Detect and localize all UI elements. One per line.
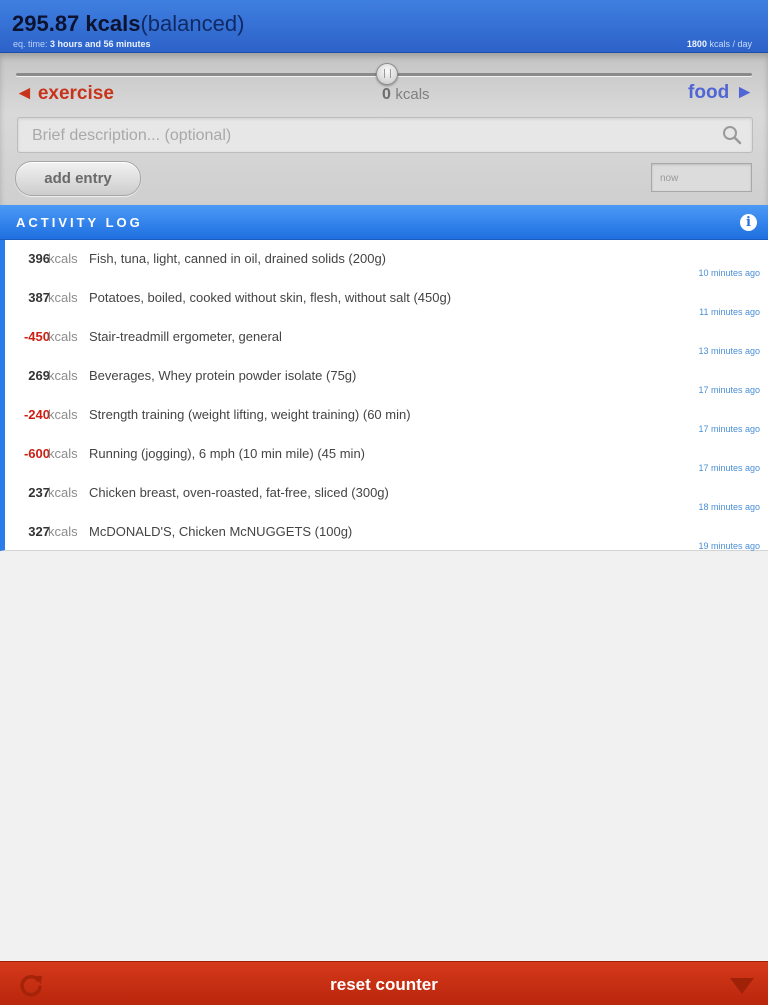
entry-timestamp: 11 minutes ago bbox=[699, 307, 760, 317]
entry-timestamp: 17 minutes ago bbox=[698, 385, 760, 395]
daily-target-value: 1800 bbox=[686, 39, 707, 49]
log-entry[interactable]: -600 kcals Running (jogging), 6 mph (10 mi… bbox=[5, 435, 768, 474]
entry-timestamp: 17 minutes ago bbox=[698, 424, 760, 434]
entry-timestamp: 13 minutes ago bbox=[698, 346, 760, 356]
magnifier-icon[interactable] bbox=[722, 125, 742, 145]
entry-description: Potatoes, boiled, cooked without skin, f… bbox=[89, 290, 452, 305]
entry-timestamp: 19 minutes ago bbox=[698, 541, 760, 551]
entry-description: Running (jogging), 6 mph (10 min mile) (… bbox=[89, 446, 366, 461]
entry-kcal-unit: kcals bbox=[48, 407, 78, 422]
activity-log-header: ACTIVITY LOG i bbox=[0, 205, 768, 240]
entry-description: McDONALD'S, Chicken McNUGGETS (100g) bbox=[89, 524, 353, 539]
entry-description: Beverages, Whey protein powder isolate (… bbox=[89, 368, 357, 383]
exercise-direction[interactable]: ◄ exercise bbox=[15, 83, 114, 105]
log-entry[interactable]: 387 kcals Potatoes, boiled, cooked without… bbox=[5, 279, 768, 318]
entry-kcal-value: 327 bbox=[28, 524, 50, 539]
entry-kcal-value: 387 bbox=[28, 290, 50, 305]
entry-description: Stair-treadmill ergometer, general bbox=[89, 329, 282, 344]
add-entry-button[interactable]: add entry bbox=[15, 161, 141, 196]
entry-kcal-value: 269 bbox=[28, 368, 50, 383]
entry-timestamp: 18 minutes ago bbox=[698, 502, 760, 512]
entry-timestamp: 10 minutes ago bbox=[698, 268, 760, 278]
daily-target-unit: kcals / day bbox=[709, 39, 752, 49]
log-entry[interactable]: 237 kcals Chicken breast, oven-roasted, fa… bbox=[5, 474, 768, 513]
empty-area bbox=[0, 552, 768, 961]
entry-description: Chicken breast, oven-roasted, fat-free, … bbox=[89, 485, 389, 500]
header-bar: 295.87 kcals(balanced) eq. time: 3 hours… bbox=[0, 0, 768, 53]
description-field[interactable] bbox=[17, 117, 753, 153]
food-label: food bbox=[688, 82, 730, 103]
entry-kcal-unit: kcals bbox=[48, 329, 78, 344]
slider-readout: 0 kcals bbox=[382, 86, 430, 104]
description-input[interactable] bbox=[30, 124, 694, 148]
entry-kcal-unit: kcals bbox=[48, 290, 78, 305]
entry-description: Strength training (weight lifting, weigh… bbox=[89, 407, 411, 422]
exercise-label: exercise bbox=[37, 83, 114, 104]
entry-kcal-value: -450 bbox=[23, 329, 50, 344]
slider-unit: kcals bbox=[395, 86, 430, 103]
time-field[interactable] bbox=[651, 163, 752, 192]
calorie-slider-thumb[interactable] bbox=[376, 63, 398, 85]
equivalent-time: eq. time: 3 hours and 56 minutes bbox=[13, 39, 151, 49]
activity-log-list: 396 kcals Fish, tuna, light, canned in oil… bbox=[0, 240, 768, 551]
entry-kcal-unit: kcals bbox=[48, 446, 78, 461]
entry-description: Fish, tuna, light, canned in oil, draine… bbox=[89, 251, 387, 266]
left-arrow-icon: ◄ bbox=[15, 83, 34, 104]
balance-state: (balanced) bbox=[140, 11, 245, 36]
eq-time-label: eq. time: bbox=[13, 39, 48, 49]
slider-value: 0 bbox=[382, 86, 391, 103]
entry-kcal-value: -240 bbox=[23, 407, 50, 422]
entry-panel: ◄exercise 0 kcals food► add entry bbox=[0, 53, 768, 205]
daily-target: 1800 kcals / day bbox=[687, 39, 752, 49]
activity-log-title: ACTIVITY LOG bbox=[16, 215, 143, 230]
eq-time-value: 3 hours and 56 minutes bbox=[50, 39, 151, 49]
log-entry[interactable]: 327 kcals McDONALD'S, Chicken McNUGGETS (1… bbox=[5, 513, 768, 552]
reset-counter-button[interactable]: reset counter bbox=[0, 975, 768, 995]
entry-timestamp: 17 minutes ago bbox=[698, 463, 760, 473]
entry-kcal-unit: kcals bbox=[48, 485, 78, 500]
time-input[interactable] bbox=[658, 169, 747, 188]
down-arrow-icon[interactable] bbox=[730, 978, 754, 994]
entry-kcal-value: 237 bbox=[28, 485, 50, 500]
calorie-total: 295.87 kcals(balanced) bbox=[12, 11, 244, 37]
log-entry[interactable]: 269 kcals Beverages, Whey protein powder i… bbox=[5, 357, 768, 396]
right-arrow-icon: ► bbox=[735, 82, 754, 103]
calorie-total-value: 295.87 kcals bbox=[12, 11, 141, 36]
log-entry[interactable]: -240 kcals Strength training (weight lifti… bbox=[5, 396, 768, 435]
log-entry[interactable]: -450 kcals Stair-treadmill ergometer, gene… bbox=[5, 318, 768, 357]
entry-kcal-unit: kcals bbox=[48, 251, 78, 266]
entry-kcal-value: -600 bbox=[23, 446, 50, 461]
food-direction[interactable]: food ► bbox=[688, 82, 754, 104]
footer-bar: reset counter bbox=[0, 961, 768, 1005]
entry-kcal-value: 396 bbox=[28, 251, 50, 266]
entry-kcal-unit: kcals bbox=[48, 368, 78, 383]
info-icon[interactable]: i bbox=[740, 214, 757, 231]
entry-kcal-unit: kcals bbox=[48, 524, 78, 539]
log-entry[interactable]: 396 kcals Fish, tuna, light, canned in oil… bbox=[5, 240, 768, 279]
